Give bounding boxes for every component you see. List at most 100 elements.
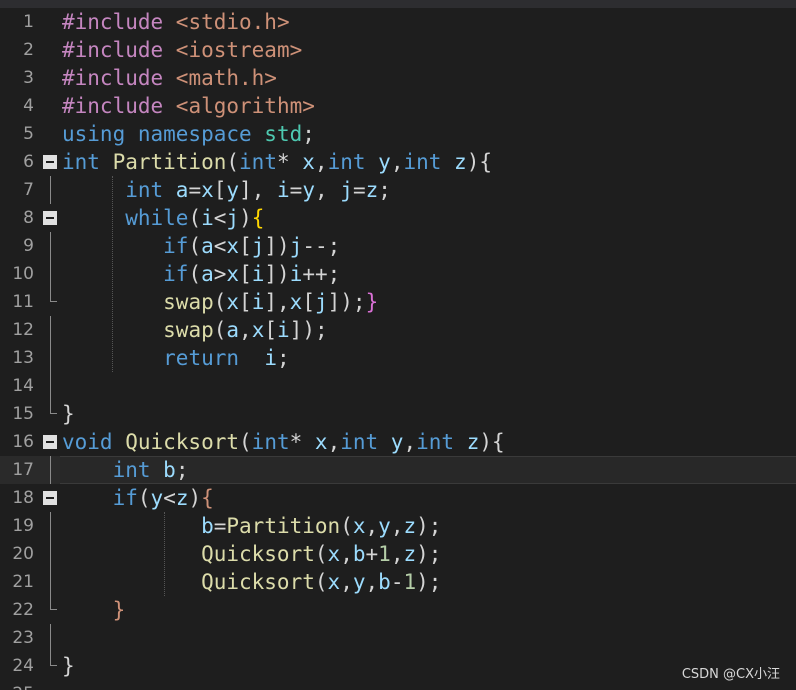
- code-text[interactable]: b=Partition(x,y,z);: [62, 512, 441, 540]
- line-number: 1: [23, 12, 34, 32]
- code-text[interactable]: if(a<x[j])j--;: [62, 232, 340, 260]
- code-text[interactable]: #include <math.h>: [62, 64, 277, 92]
- code-line-24[interactable]: 24}: [0, 652, 796, 680]
- code-text[interactable]: swap(a,x[i]);: [62, 316, 327, 344]
- code-line-10[interactable]: 10 if(a>x[i])i++;: [0, 260, 796, 288]
- code-text[interactable]: }: [62, 596, 126, 624]
- code-text[interactable]: }: [62, 652, 75, 680]
- code-token: z: [466, 430, 480, 454]
- code-line-3[interactable]: 3 #include <math.h>: [0, 64, 796, 92]
- watermark: CSDN @CX小汪: [681, 667, 780, 682]
- code-token: z: [365, 178, 379, 202]
- editor-top-edge: [0, 0, 796, 8]
- code-text[interactable]: Quicksort(x,b+1,z);: [62, 540, 441, 568]
- code-token: x: [327, 542, 341, 566]
- code-line-13[interactable]: 13 return i;: [0, 344, 796, 372]
- code-token: x: [201, 178, 214, 202]
- code-text[interactable]: swap(x[i],x[j]);}: [62, 288, 378, 316]
- code-token: i: [289, 262, 303, 286]
- fold-end-marker: [50, 652, 57, 666]
- code-line-8[interactable]: 8 while(i<j){: [0, 204, 796, 232]
- code-token: y: [150, 486, 164, 510]
- code-line-21[interactable]: 21 Quicksort(x,y,b-1);: [0, 568, 796, 596]
- line-number: 23: [12, 628, 34, 648]
- code-token: z: [454, 150, 467, 174]
- code-line-7[interactable]: 7 int a=x[y], i=y, j=z;: [0, 176, 796, 204]
- fold-region-line: [50, 540, 51, 568]
- code-line-14[interactable]: 14: [0, 372, 796, 400]
- fold-collapse-icon[interactable]: [43, 435, 57, 449]
- code-token: ],: [239, 178, 278, 202]
- line-number: 17: [12, 460, 34, 480]
- code-text[interactable]: int b;: [62, 456, 189, 484]
- fold-region-line: [50, 372, 51, 400]
- code-token: a: [201, 262, 214, 286]
- code-token: using: [62, 122, 138, 146]
- line-number: 16: [12, 432, 34, 452]
- code-token: ,: [239, 318, 252, 342]
- code-text[interactable]: #include <stdio.h>: [62, 8, 290, 36]
- fold-collapse-icon[interactable]: [43, 491, 57, 505]
- code-line-19[interactable]: 19 b=Partition(x,y,z);: [0, 512, 796, 540]
- code-text[interactable]: return i;: [62, 344, 289, 372]
- code-token: (: [226, 150, 240, 174]
- fold-region-line: [50, 344, 51, 372]
- fold-region-line: [50, 232, 51, 260]
- fold-collapse-icon[interactable]: [43, 211, 57, 225]
- code-token: }: [62, 654, 75, 678]
- code-token: ;: [378, 178, 391, 202]
- code-token: =: [188, 178, 202, 202]
- code-text[interactable]: if(y<z){: [62, 484, 214, 512]
- code-line-22[interactable]: 22 }: [0, 596, 796, 624]
- fold-end-marker: [50, 288, 57, 302]
- code-token: if: [163, 262, 189, 286]
- code-text[interactable]: using namespace std;: [62, 120, 315, 148]
- code-line-12[interactable]: 12 swap(a,x[i]);: [0, 316, 796, 344]
- code-text[interactable]: while(i<j){: [62, 204, 264, 232]
- code-token: ){: [479, 430, 505, 454]
- fold-collapse-icon[interactable]: [43, 155, 57, 169]
- code-text[interactable]: if(a>x[i])i++;: [62, 260, 340, 288]
- code-line-15[interactable]: 15}: [0, 400, 796, 428]
- code-token: (: [188, 262, 202, 286]
- code-token: ,: [390, 542, 404, 566]
- code-token: namespace: [137, 122, 265, 146]
- code-token: [: [264, 318, 278, 342]
- code-token: <iostream>: [175, 38, 303, 62]
- code-token: --;: [302, 234, 341, 258]
- code-line-1[interactable]: 1 #include <stdio.h>: [0, 8, 796, 36]
- line-number: 22: [12, 600, 34, 620]
- code-token: ]);: [327, 290, 366, 314]
- code-text[interactable]: #include <iostream>: [62, 36, 302, 64]
- code-line-20[interactable]: 20 Quicksort(x,b+1,z);: [0, 540, 796, 568]
- code-token: return: [163, 346, 265, 370]
- code-token: while: [125, 206, 189, 230]
- code-text[interactable]: }: [62, 400, 75, 428]
- code-editor[interactable]: 1 #include <stdio.h> 2 #include <iostream> 3…: [0, 0, 796, 690]
- code-text[interactable]: #include <algorithm>: [62, 92, 315, 120]
- code-token: ],: [264, 290, 290, 314]
- code-text[interactable]: void Quicksort(int* x,int y,int z){: [62, 428, 505, 456]
- code-text[interactable]: int Partition(int* x,int y,int z){: [62, 148, 492, 176]
- code-line-4[interactable]: 4 #include <algorithm>: [0, 92, 796, 120]
- code-token: Quicksort: [201, 570, 315, 594]
- code-token: ,: [365, 514, 379, 538]
- code-line-2[interactable]: 2 #include <iostream>: [0, 36, 796, 64]
- code-line-6[interactable]: 6 int Partition(int* x,int y,int z){: [0, 148, 796, 176]
- code-line-17[interactable]: 17 int b;: [0, 456, 796, 484]
- code-line-11[interactable]: 11 swap(x[i],x[j]);}: [0, 288, 796, 316]
- code-text[interactable]: Quicksort(x,y,b-1);: [62, 568, 441, 596]
- code-line-16[interactable]: 16 void Quicksort(int* x,int y,int z){: [0, 428, 796, 456]
- code-line-18[interactable]: 18 if(y<z){: [0, 484, 796, 512]
- code-line-5[interactable]: 5 using namespace std;: [0, 120, 796, 148]
- code-line-25[interactable]: 25: [0, 680, 796, 690]
- code-line-9[interactable]: 9 if(a<x[j])j--;: [0, 232, 796, 260]
- code-token: j: [251, 234, 265, 258]
- code-token: (: [188, 234, 202, 258]
- code-line-23[interactable]: 23: [0, 624, 796, 652]
- code-token: x: [302, 150, 315, 174]
- code-token: <: [213, 206, 227, 230]
- code-token: x: [226, 262, 240, 286]
